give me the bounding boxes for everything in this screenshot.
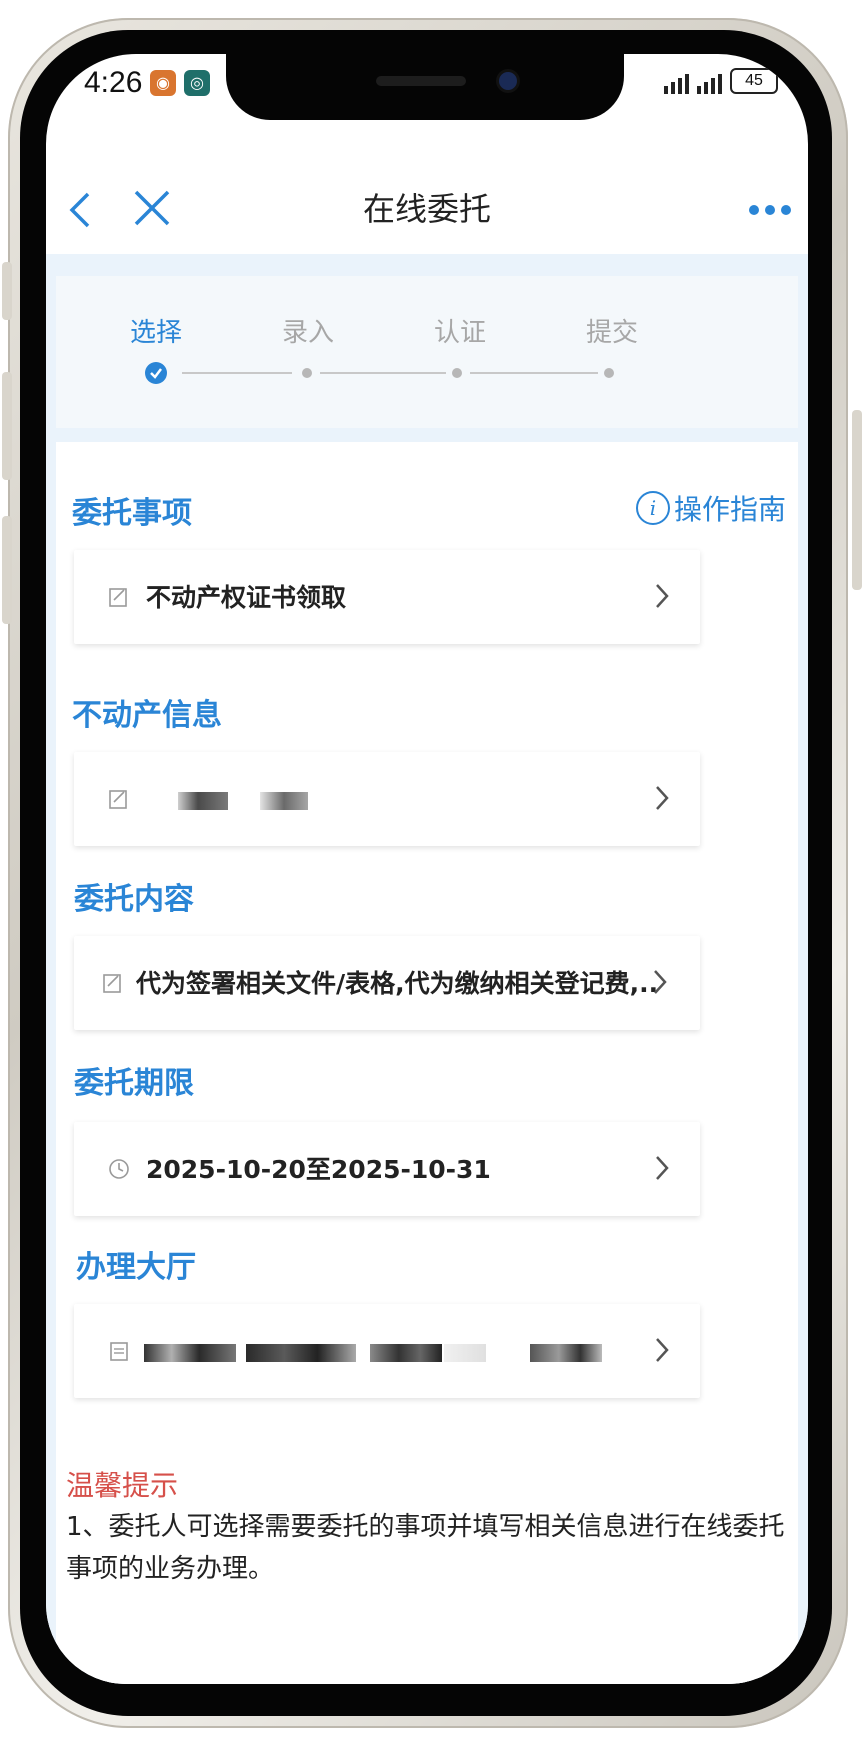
step-select: 选择 [129, 318, 182, 348]
document-icon [110, 1342, 128, 1361]
edit-icon [103, 974, 121, 993]
signal-icon [664, 72, 689, 94]
section-title-matter: 委托事项 [72, 496, 192, 531]
screen: 4:26 ◉ ◎ 45 在线委托 选择 录入 认证 提交 委托事项 i 操作指南… [46, 54, 808, 1684]
operation-guide-label: 操作指南 [673, 493, 786, 526]
content-value: 代为签署相关文件/表格,代为缴纳相关登记费,... [136, 969, 656, 998]
step-dot [302, 368, 312, 378]
redacted-text [144, 1344, 236, 1362]
status-right: 45 [664, 68, 778, 94]
app-notification-icon: ◎ [184, 70, 210, 96]
speaker [376, 76, 466, 86]
info-icon: i [635, 491, 670, 525]
tips-text: 1、委托人可选择需要委托的事项并填写相关信息进行在线委托事项的业务办理。 [66, 1512, 785, 1584]
chevron-right-icon [656, 1156, 669, 1180]
nav-bar: 在线委托 [46, 144, 808, 254]
hall-field[interactable] [74, 1304, 700, 1398]
step-dot [452, 368, 462, 378]
content-field[interactable]: 代为签署相关文件/表格,代为缴纳相关登记费,... [74, 936, 700, 1030]
edit-icon [109, 588, 127, 607]
check-icon [145, 362, 167, 384]
mute-switch [2, 262, 12, 320]
more-icon[interactable] [748, 204, 792, 216]
page-title: 在线委托 [362, 190, 491, 228]
period-value: 2025-10-20至2025-10-31 [146, 1155, 491, 1184]
section-title-period: 委托期限 [74, 1066, 194, 1101]
property-field[interactable] [74, 752, 700, 846]
step-connector [182, 372, 292, 374]
step-connector [320, 372, 446, 374]
operation-guide-link[interactable]: i 操作指南 [635, 488, 786, 528]
section-title-content: 委托内容 [74, 882, 194, 917]
redacted-text [370, 1344, 442, 1362]
redacted-text [246, 1344, 356, 1362]
step-connector [470, 372, 598, 374]
chevron-right-icon [656, 584, 669, 608]
weibo-icon: ◉ [150, 70, 176, 96]
step-input: 录入 [281, 318, 334, 348]
redacted-text [530, 1344, 602, 1362]
step-indicator [56, 276, 798, 428]
chevron-right-icon [656, 786, 669, 810]
signal-icon-2 [697, 72, 722, 94]
volume-down-button [2, 516, 12, 624]
chevron-right-icon [654, 970, 667, 994]
step-submit: 提交 [585, 318, 638, 348]
tips-title: 温馨提示 [66, 1469, 179, 1502]
period-field[interactable]: 2025-10-20至2025-10-31 [74, 1122, 700, 1216]
matter-field[interactable]: 不动产权证书领取 [74, 550, 700, 644]
step-verify: 认证 [433, 318, 486, 348]
section-title-property: 不动产信息 [72, 698, 222, 733]
matter-value: 不动产权证书领取 [146, 583, 347, 612]
redacted-text [444, 1344, 486, 1362]
section-title-hall: 办理大厅 [76, 1250, 196, 1285]
power-button [852, 410, 862, 590]
volume-up-button [2, 372, 12, 480]
clock-icon [109, 1159, 129, 1179]
edit-icon [109, 790, 127, 809]
battery-icon: 45 [730, 68, 778, 94]
status-time: 4:26 [84, 66, 143, 99]
phone-notch [226, 54, 624, 120]
redacted-text [178, 792, 228, 810]
camera-icon [499, 72, 517, 90]
redacted-text [260, 792, 308, 810]
step-dot [604, 368, 614, 378]
chevron-right-icon [656, 1338, 669, 1362]
